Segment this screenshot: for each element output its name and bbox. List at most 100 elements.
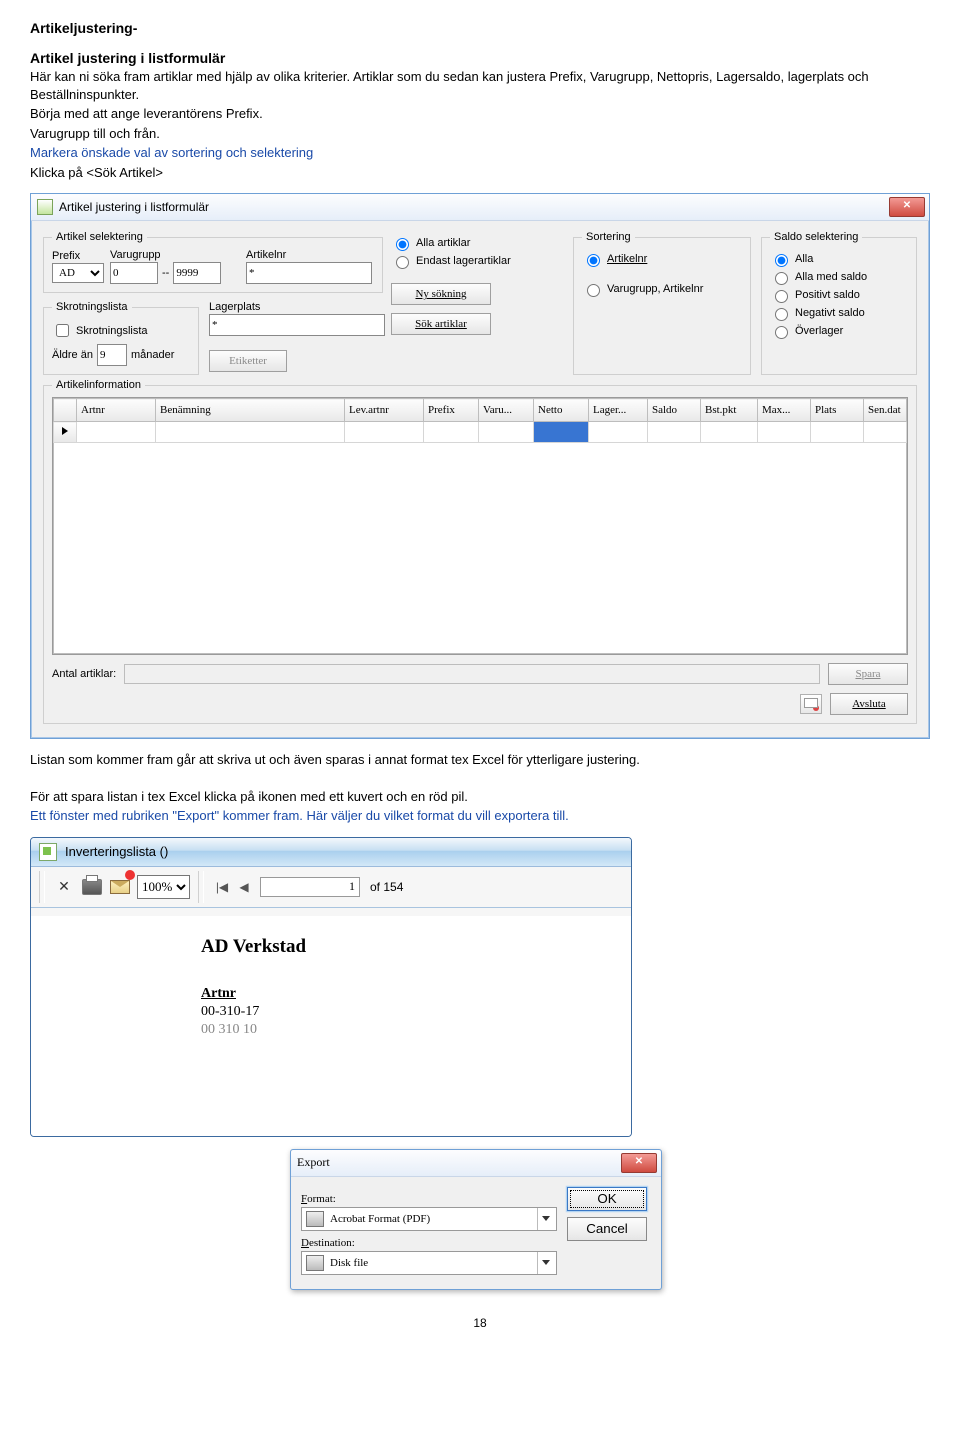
col-sendat[interactable]: Sen.dat [864, 399, 907, 422]
saldo-negativt-radio[interactable]: Negativt saldo [770, 305, 908, 321]
zoom-select[interactable]: 100% [137, 875, 190, 899]
artikel-table: Artnr Benämning Lev.artnr Prefix Varu...… [52, 397, 908, 655]
col-levartnr[interactable]: Lev.artnr [345, 399, 424, 422]
format-combobox[interactable]: Acrobat Format (PDF) [301, 1207, 557, 1231]
after-paragraph: För att spara listan i tex Excel klicka … [30, 788, 930, 806]
artikel-selektering-group: Artikel selektering Prefix AD Varugrupp [43, 231, 383, 293]
first-page-button[interactable]: |◀ [212, 877, 232, 897]
red-arrow-icon [125, 870, 135, 880]
table-row[interactable] [54, 422, 907, 443]
ny-sokning-button[interactable]: Ny sökning [391, 283, 491, 305]
toolbar: 100% |◀ ◀ of 154 [31, 867, 631, 908]
varugrupp-from-input[interactable] [110, 262, 158, 284]
envelope-icon [110, 880, 130, 894]
chevron-down-icon [537, 1252, 554, 1274]
page-number: 18 [30, 1316, 930, 1330]
artikelnr-input[interactable] [246, 262, 372, 284]
chevron-down-icon [537, 1208, 554, 1230]
group-legend: Saldo selektering [770, 231, 862, 243]
format-value: Acrobat Format (PDF) [330, 1213, 537, 1225]
lagerplats-label: Lagerplats [209, 301, 385, 313]
print-button[interactable] [81, 876, 103, 898]
artikelnr-label: Artikelnr [246, 249, 374, 261]
intro-line: Varugrupp till och från. [30, 125, 930, 143]
titlebar: Inverteringslista () [31, 838, 631, 867]
col-varu[interactable]: Varu... [479, 399, 534, 422]
window-title: Export [297, 1155, 330, 1170]
intro-line: Markera önskade val av sortering och sel… [30, 144, 930, 162]
preview-column-header: Artnr [201, 986, 631, 1002]
aldre-label: Äldre än [52, 349, 93, 361]
group-legend: Skrotningslista [52, 301, 132, 313]
artikelinformation-group: Artikelinformation Artnr Benämning Lev.a… [43, 379, 917, 724]
titlebar: Artikel justering i listformulär ✕ [31, 194, 929, 221]
close-preview-button[interactable] [53, 876, 75, 898]
spara-button[interactable]: Spara [828, 663, 908, 685]
close-button[interactable]: ✕ [621, 1153, 657, 1173]
alla-artiklar-radio[interactable]: Alla artiklar [391, 235, 561, 251]
antal-artiklar-label: Antal artiklar: [52, 668, 116, 680]
varugrupp-to-input[interactable] [173, 262, 221, 284]
sort-artikelnr-radio[interactable]: Artikelnr [582, 251, 742, 267]
col-artnr[interactable]: Artnr [77, 399, 156, 422]
col-saldo[interactable]: Saldo [648, 399, 701, 422]
col-bstpkt[interactable]: Bst.pkt [701, 399, 758, 422]
preview-row: 00-310-17 [201, 1004, 631, 1020]
row-pointer-icon [62, 427, 68, 435]
group-legend: Artikel selektering [52, 231, 147, 243]
printer-icon [82, 879, 102, 895]
export-dialog: Export ✕ Format: Acrobat Format (PDF) De… [290, 1149, 662, 1290]
prefix-label: Prefix [52, 250, 106, 262]
prev-page-button[interactable]: ◀ [234, 877, 254, 897]
col-max[interactable]: Max... [758, 399, 811, 422]
aldre-input[interactable] [97, 344, 127, 366]
skrotningslista-group: Skrotningslista Skrotningslista Äldre än… [43, 301, 199, 375]
page-number-input[interactable] [260, 877, 360, 897]
close-button[interactable]: ✕ [889, 197, 925, 217]
page-of-label: of 154 [370, 880, 403, 894]
col-lager[interactable]: Lager... [589, 399, 648, 422]
cancel-button[interactable]: Cancel [567, 1217, 647, 1241]
destination-label: Destination: [301, 1237, 557, 1249]
app-icon [39, 843, 57, 861]
sok-artiklar-button[interactable]: Sök artiklar [391, 313, 491, 335]
etiketter-button[interactable]: Etiketter [209, 350, 287, 372]
page-heading: Artikeljustering- [30, 20, 930, 36]
col-netto[interactable]: Netto [534, 399, 589, 422]
group-legend: Sortering [582, 231, 635, 243]
intro-line: Börja med att ange leverantörens Prefix. [30, 105, 930, 123]
sort-varugrupp-radio[interactable]: Varugrupp, Artikelnr [582, 281, 742, 297]
window-title: Artikel justering i listformulär [59, 200, 209, 214]
col-prefix[interactable]: Prefix [424, 399, 479, 422]
saldo-alla-radio[interactable]: Alla [770, 251, 908, 267]
document-preview: AD Verkstad Artnr 00-310-17 00 310 10 [31, 908, 631, 1136]
group-legend: Artikelinformation [52, 379, 145, 391]
avsluta-button[interactable]: Avsluta [830, 693, 908, 715]
close-icon [58, 878, 70, 895]
table-empty-area [53, 443, 907, 654]
ok-button[interactable]: OK [567, 1187, 647, 1211]
range-separator: -- [162, 267, 169, 279]
after-paragraph: Listan som kommer fram går att skriva ut… [30, 751, 930, 769]
col-benamning[interactable]: Benämning [156, 399, 345, 422]
intro-paragraph: Här kan ni söka fram artiklar med hjälp … [30, 68, 930, 103]
saldo-selektering-group: Saldo selektering Alla Alla med saldo Po… [761, 231, 917, 375]
prefix-select[interactable]: AD [52, 263, 104, 283]
status-box [124, 664, 820, 684]
window-title: Inverteringslista () [65, 844, 168, 859]
manader-label: månader [131, 349, 174, 361]
saldo-positivt-radio[interactable]: Positivt saldo [770, 287, 908, 303]
format-label: Format: [301, 1193, 557, 1205]
destination-combobox[interactable]: Disk file [301, 1251, 557, 1275]
skrotningslista-checkbox[interactable]: Skrotningslista [52, 321, 190, 340]
saldo-med-saldo-radio[interactable]: Alla med saldo [770, 269, 908, 285]
endast-lager-radio[interactable]: Endast lagerartiklar [391, 253, 561, 269]
saldo-overlager-radio[interactable]: Överlager [770, 323, 908, 339]
export-envelope-icon[interactable] [800, 694, 822, 714]
after-paragraph: Ett fönster med rubriken "Export" kommer… [30, 807, 930, 825]
col-plats[interactable]: Plats [811, 399, 864, 422]
lagerplats-input[interactable] [209, 314, 385, 336]
app-icon [37, 199, 53, 215]
export-button[interactable] [109, 876, 131, 898]
intro-line: Klicka på <Sök Artikel> [30, 164, 930, 182]
